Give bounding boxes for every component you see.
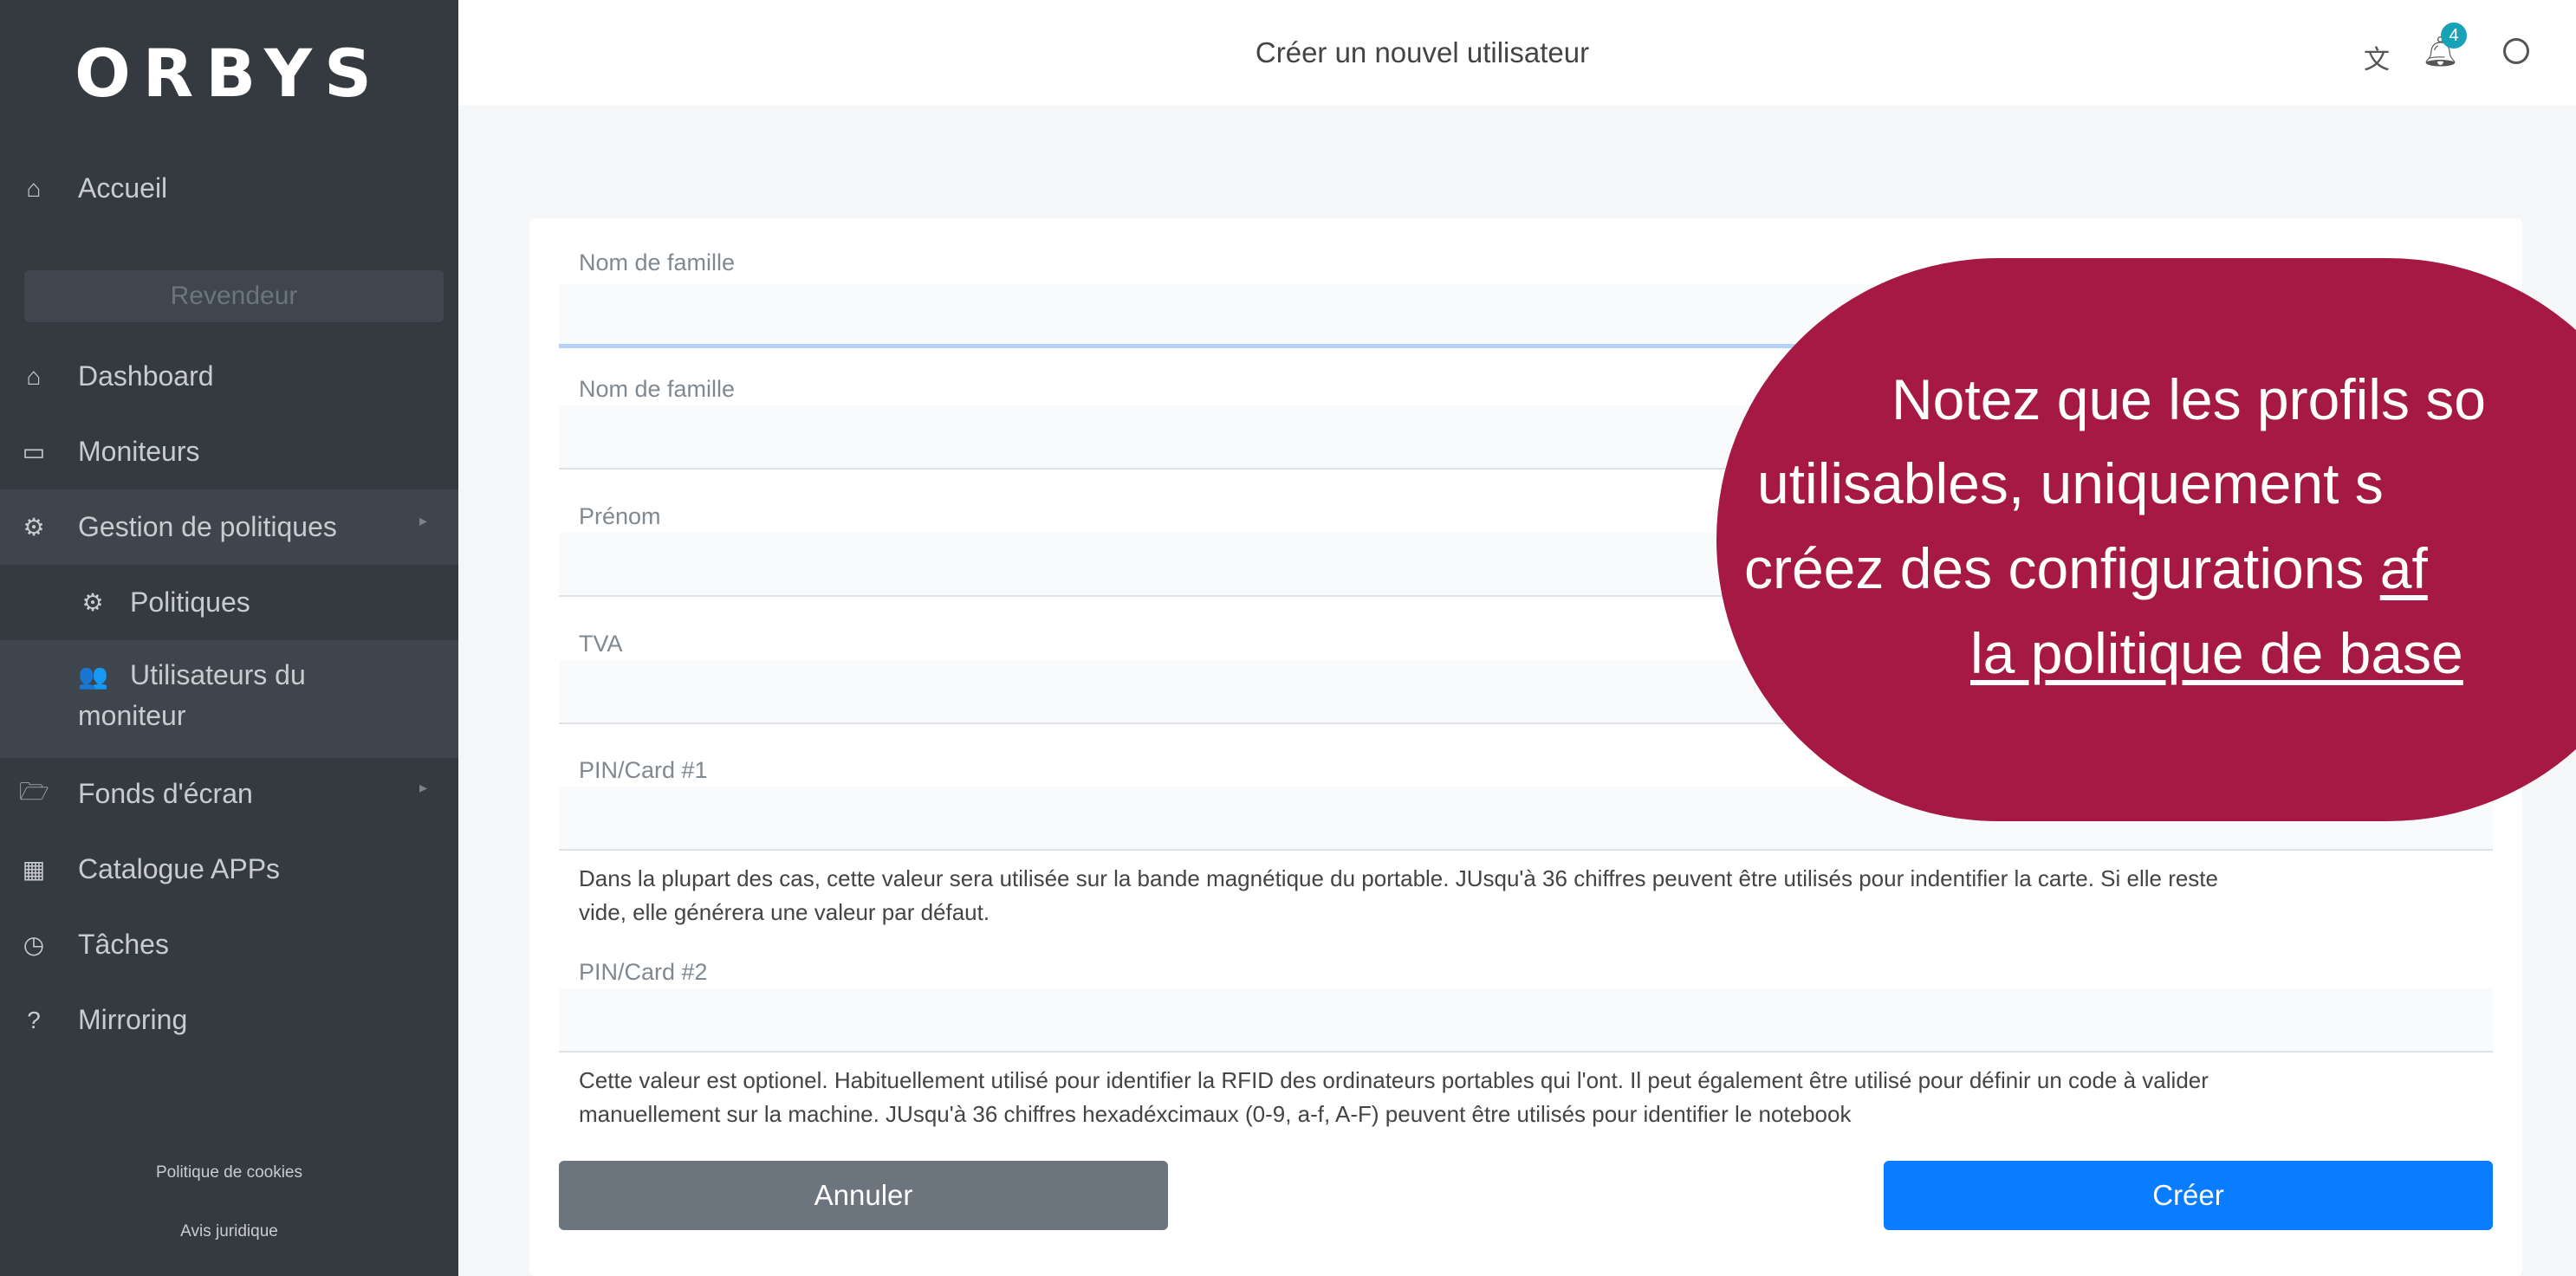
translate-icon[interactable]: 文 xyxy=(2364,38,2390,76)
legal-notice-link[interactable]: Avis juridique xyxy=(0,1222,458,1241)
field-label: PIN/Card #2 xyxy=(579,959,708,985)
sidebar-item-moniteurs[interactable]: ▭ Moniteurs xyxy=(0,414,458,489)
sidebar-item-label: Accueil xyxy=(78,172,168,204)
sidebar-item-label: Mirroring xyxy=(78,1004,188,1035)
notification-badge: 4 xyxy=(2441,23,2467,49)
clock-icon: ◷ xyxy=(23,931,45,958)
help-text-line: Dans la plupart des cas, cette valeur se… xyxy=(579,865,2218,891)
pin-card-2-input[interactable] xyxy=(559,988,2493,1053)
sidebar-item-fonds-ecran[interactable]: 🗁 Fonds d'écran ▸ xyxy=(0,756,458,832)
monitor-icon: ▭ xyxy=(22,438,46,465)
callout-underlined-text: af xyxy=(2379,536,2428,600)
home-icon: ⌂ xyxy=(26,174,42,202)
sidebar-item-gestion-politiques[interactable]: ⚙ Gestion de politiques ▸ xyxy=(0,489,458,565)
field-label: Nom de famille xyxy=(579,249,736,275)
sidebar-item-label: Catalogue APPs xyxy=(78,853,281,884)
sidebar-item-label: Tâches xyxy=(78,929,169,960)
callout-underlined-text: la politique de base xyxy=(1970,621,2463,685)
sidebar-item-label-line2: moniteur xyxy=(78,700,186,731)
section-header-revendeur: Revendeur xyxy=(24,270,444,322)
sidebar-item-home[interactable]: ⌂ Accueil xyxy=(0,151,458,226)
sidebar-item-mirroring[interactable]: ? Mirroring xyxy=(0,982,458,1058)
users-icon: 👥 xyxy=(78,663,108,690)
cookie-policy-link[interactable]: Politique de cookies xyxy=(0,1163,458,1182)
sidebar-item-label: Dashboard xyxy=(78,360,214,392)
grid-icon: ▦ xyxy=(22,856,46,883)
callout-line: la politique de base xyxy=(1970,620,2463,686)
sidebar-item-catalogue-apps[interactable]: ▦ Catalogue APPs xyxy=(0,832,458,907)
caret-right-icon: ▸ xyxy=(419,512,427,529)
brand-logo[interactable]: ORBYS xyxy=(0,35,458,112)
sidebar-item-utilisateurs-moniteur[interactable]: 👥 Utilisateurs du moniteur xyxy=(0,640,458,758)
pin-card-1-help: Dans la plupart des cas, cette valeur se… xyxy=(579,862,2498,929)
gears-icon: ⚙ xyxy=(81,589,104,616)
help-text-line: vide, elle générera une valeur par défau… xyxy=(579,899,990,925)
callout-text: créez des configurations xyxy=(1744,536,2380,600)
home-icon: ⌂ xyxy=(26,362,42,390)
sidebar-item-label: Moniteurs xyxy=(78,436,200,467)
sidebar-item-dashboard[interactable]: ⌂ Dashboard xyxy=(0,339,458,414)
field-label: PIN/Card #1 xyxy=(579,757,708,783)
sidebar-item-label: Utilisateurs du xyxy=(130,659,306,690)
create-button[interactable]: Créer xyxy=(1884,1161,2493,1230)
top-bar: Créer un nouvel utilisateur 文 🔔︎ 4 xyxy=(458,0,2576,106)
sidebar-item-taches[interactable]: ◷ Tâches xyxy=(0,907,458,982)
cancel-button[interactable]: Annuler xyxy=(559,1161,1168,1230)
help-text-line: manuellement sur la machine. JUsqu'à 36 … xyxy=(579,1101,1852,1127)
sidebar-item-label: Gestion de politiques xyxy=(78,511,337,542)
page-title: Créer un nouvel utilisateur xyxy=(1255,36,1590,68)
field-label: TVA xyxy=(579,631,623,657)
field-label: Prénom xyxy=(579,503,661,529)
app-root: ORBYS ⌂ Accueil Revendeur ⌂ Dashboard ▭ … xyxy=(0,0,2576,1276)
field-label: Nom de famille xyxy=(579,376,736,402)
sidebar-item-politiques[interactable]: ⚙ Politiques xyxy=(0,565,458,640)
callout-line: Notez que les profils so xyxy=(1891,367,2487,431)
sidebar-item-label: Politiques xyxy=(130,586,250,618)
gears-icon: ⚙ xyxy=(23,514,45,541)
user-circle-icon[interactable] xyxy=(2503,38,2529,64)
sidebar: ORBYS ⌂ Accueil Revendeur ⌂ Dashboard ▭ … xyxy=(0,0,458,1276)
caret-right-icon: ▸ xyxy=(419,779,427,796)
callout-line: utilisables, uniquement s xyxy=(1757,451,2384,515)
pin-card-2-help: Cette valeur est optionel. Habituellemen… xyxy=(579,1064,2498,1131)
callout-line: créez des configurations af xyxy=(1744,535,2428,601)
help-text-line: Cette valeur est optionel. Habituellemen… xyxy=(579,1067,2209,1093)
info-callout: Notez que les profils so utilisables, un… xyxy=(1716,258,2576,821)
folder-icon: 🗁 xyxy=(19,777,49,805)
question-circle-icon: ? xyxy=(27,1006,41,1033)
sidebar-item-label: Fonds d'écran xyxy=(78,778,253,809)
